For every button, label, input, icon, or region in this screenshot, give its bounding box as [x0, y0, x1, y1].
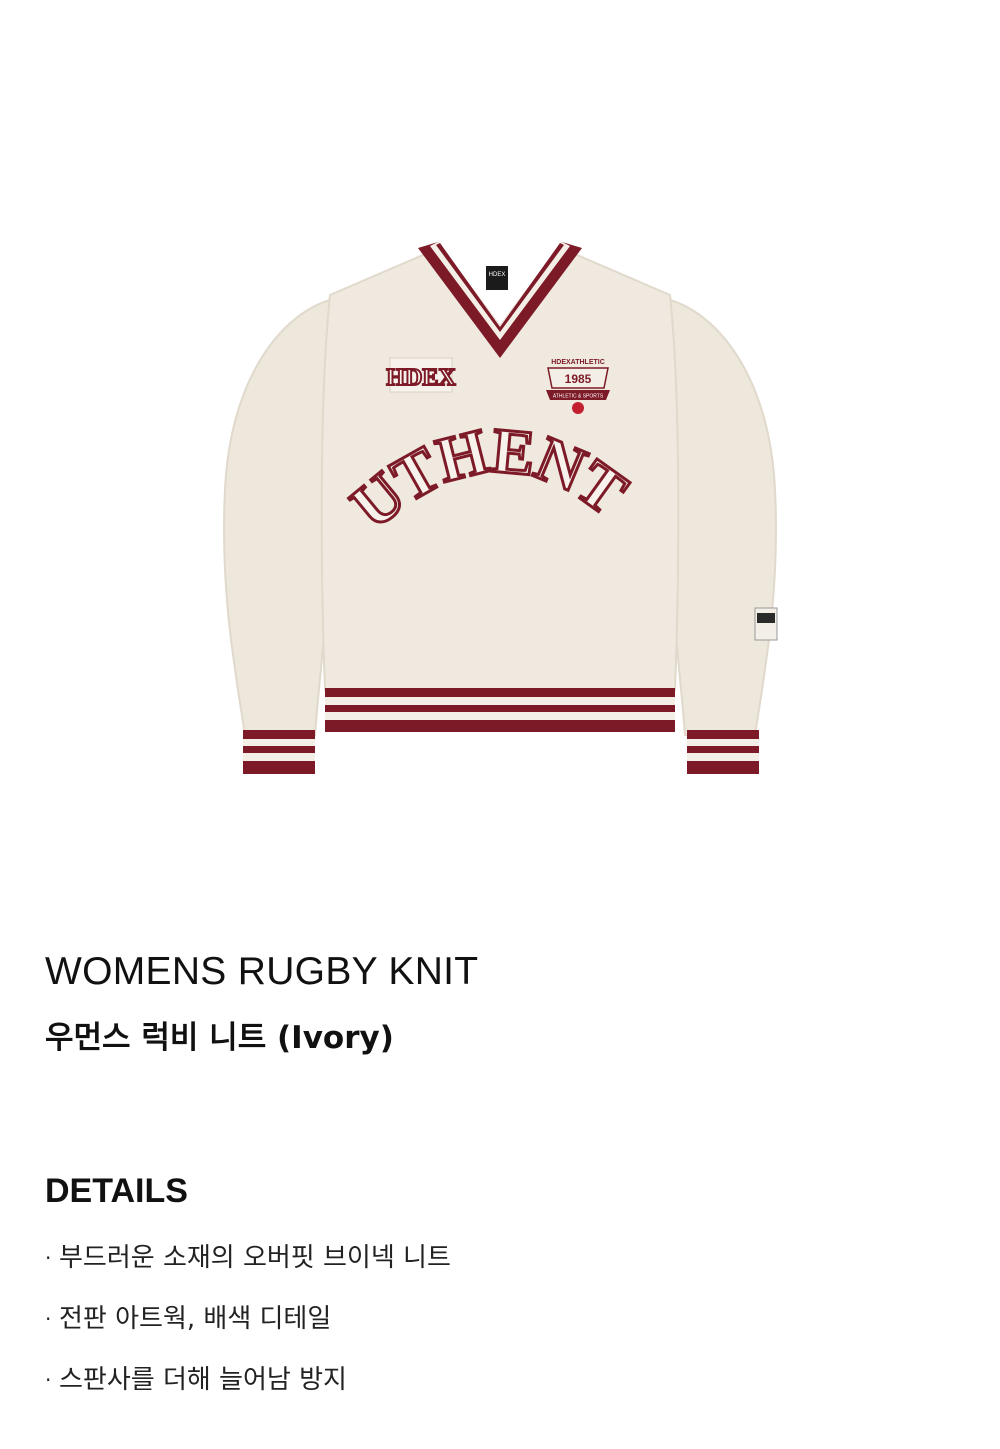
details-list: · 부드러운 소재의 오버핏 브이넥 니트 · 전판 아트웍, 배색 디테일 ·… — [45, 1240, 451, 1423]
svg-text:1985: 1985 — [565, 372, 592, 386]
bullet-icon: · — [45, 1307, 52, 1331]
detail-item: · 전판 아트웍, 배색 디테일 — [45, 1301, 451, 1362]
product-title-en: WOMENS RUGBY KNIT — [45, 950, 479, 993]
product-image: HDEX HDEX HDEXATHLETIC 1985 ATHLETIC & S… — [210, 230, 790, 790]
hem-stripe-3 — [325, 720, 675, 732]
hem-stripe-1 — [325, 688, 675, 697]
left-sleeve — [223, 298, 337, 736]
bullet-icon: · — [45, 1246, 52, 1270]
detail-item-text: 전판 아트웍, 배색 디테일 — [59, 1304, 332, 1334]
details-heading: DETAILS — [45, 1172, 188, 1210]
product-title-ko: 우먼스 럭비 니트 (Ivory) — [45, 1020, 394, 1056]
detail-item: · 스판사를 더해 늘어남 방지 — [45, 1362, 451, 1423]
hem-stripe-2 — [325, 705, 675, 712]
detail-item: · 부드러운 소재의 오버핏 브이넥 니트 — [45, 1240, 451, 1301]
neck-label — [486, 266, 508, 290]
bullet-icon: · — [45, 1368, 52, 1392]
neck-label-text: HDEX — [489, 272, 506, 278]
svg-text:HDEXATHLETIC: HDEXATHLETIC — [551, 359, 605, 366]
sleeve-tag — [754, 607, 778, 641]
sweater-image: HDEX HDEX HDEXATHLETIC 1985 ATHLETIC & S… — [210, 230, 778, 774]
chest-patch-text: HDEX — [386, 365, 456, 391]
svg-text:ATHLETIC & SPORTS: ATHLETIC & SPORTS — [553, 394, 604, 400]
detail-item-text: 스판사를 더해 늘어남 방지 — [59, 1365, 347, 1395]
detail-item-text: 부드러운 소재의 오버핏 브이넥 니트 — [59, 1243, 451, 1273]
right-sleeve — [663, 298, 777, 736]
